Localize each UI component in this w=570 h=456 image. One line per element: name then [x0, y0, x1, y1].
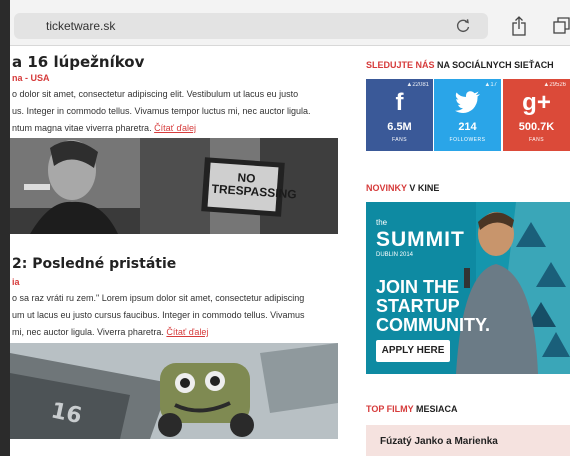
read-more-link[interactable]: Čítať ďalej [166, 327, 208, 337]
googleplus-count: ▲29526 [543, 82, 566, 88]
ad-small-text: the [376, 218, 388, 227]
facebook-count: ▲22081 [406, 82, 429, 88]
excerpt-text: mi, nec auctor ligula. Viverra pharetra. [12, 327, 164, 337]
article-excerpt: o sa raz vráti ru zem." Lorem ipsum dolo… [12, 290, 304, 341]
sidebar-heading: NOVINKY V KINE [366, 183, 439, 193]
sign-text: NO TRESPASSING [211, 170, 298, 202]
sidebar-heading: SLEDUJTE NÁS NA SOCIÁLNYCH SIEŤACH [366, 60, 554, 70]
article-image[interactable]: NO TRESPASSING [10, 138, 338, 234]
ad-headline-line: COMMUNITY. [376, 315, 490, 335]
ad-title: SUMMIT [376, 228, 465, 251]
twitter-followers: 214 [458, 121, 477, 133]
read-more-link[interactable]: Čítať ďalej [154, 123, 196, 133]
ad-headline-line: JOIN THE [376, 277, 460, 297]
facebook-icon: f [395, 89, 404, 116]
facebook-box[interactable]: ▲22081 f 6.5M FANS [366, 79, 433, 151]
heading-accent: NOVINKY [366, 183, 407, 193]
share-icon[interactable] [508, 15, 530, 37]
excerpt-line: o sa raz vráti ru zem." Lorem ipsum dolo… [12, 293, 305, 303]
article-photo: 16 [10, 343, 338, 439]
ad-subtitle: DUBLIN 2014 [376, 252, 414, 258]
heading-text: NA SOCIÁLNYCH SIEŤACH [434, 60, 554, 70]
heading-text: MESIACA [413, 404, 458, 414]
googleplus-icon: g+ [522, 89, 551, 116]
facebook-fans: 6.5M [387, 121, 412, 133]
address-bar[interactable]: ticketware.sk [14, 13, 488, 39]
summit-ad-banner[interactable]: the SUMMIT DUBLIN 2014 JOIN THE STARTUP … [366, 202, 570, 374]
heading-accent: SLEDUJTE NÁS [366, 60, 435, 70]
article-excerpt: o dolor sit amet, consectetur adipiscing… [12, 86, 310, 137]
article-title[interactable]: 2: Posledné pristátie [12, 256, 176, 272]
top-film-title[interactable]: Fúzatý Janko a Marienka [380, 436, 498, 447]
googleplus-fans: 500.7K [518, 121, 555, 133]
sidebar-heading: TOP FILMY MESIACA [366, 404, 458, 414]
ad-headline: JOIN THE STARTUP COMMUNITY. [376, 278, 490, 335]
tabs-icon[interactable] [551, 15, 570, 37]
article-meta: ia [12, 277, 20, 287]
article-meta: na - USA [12, 73, 50, 83]
apply-here-button[interactable]: APPLY HERE [376, 340, 450, 362]
excerpt-line: mi, nec auctor ligula. Viverra pharetra.… [12, 324, 304, 341]
heading-text: V KINE [406, 183, 440, 193]
excerpt-line: us. Integer in commodo tellus. Vivamus t… [12, 106, 311, 116]
heading-accent: TOP FILMY [366, 404, 414, 414]
ad-headline-line: STARTUP [376, 296, 460, 316]
googleplus-box[interactable]: ▲29526 g+ 500.7K FANS [503, 79, 570, 151]
top-film-item[interactable]: Fúzatý Janko a Marienka [366, 425, 570, 456]
excerpt-text: ntum magna vitae viverra pharetra. [12, 123, 152, 133]
excerpt-line: o dolor sit amet, consectetur adipiscing… [12, 89, 299, 99]
excerpt-line: ntum magna vitae viverra pharetra. Čítať… [12, 120, 310, 137]
excerpt-line: um ut lacus eu justo cursus faucibus. In… [12, 310, 305, 320]
googleplus-label: FANS [528, 137, 545, 143]
facebook-label: FANS [391, 137, 408, 143]
article-image[interactable]: 16 [10, 343, 338, 439]
screen: ticketware.sk a 16 lúpežníkov na - USA o… [10, 0, 570, 456]
article-title[interactable]: a 16 lúpežníkov [12, 53, 144, 71]
browser-toolbar: ticketware.sk [10, 0, 570, 46]
twitter-label: FOLLOWERS [449, 137, 486, 143]
twitter-count: ▲17 [484, 82, 497, 88]
twitter-bird-icon [455, 91, 480, 113]
url-text[interactable]: ticketware.sk [46, 19, 115, 33]
twitter-box[interactable]: ▲17 214 FOLLOWERS [434, 79, 501, 151]
reload-icon[interactable] [455, 18, 471, 34]
